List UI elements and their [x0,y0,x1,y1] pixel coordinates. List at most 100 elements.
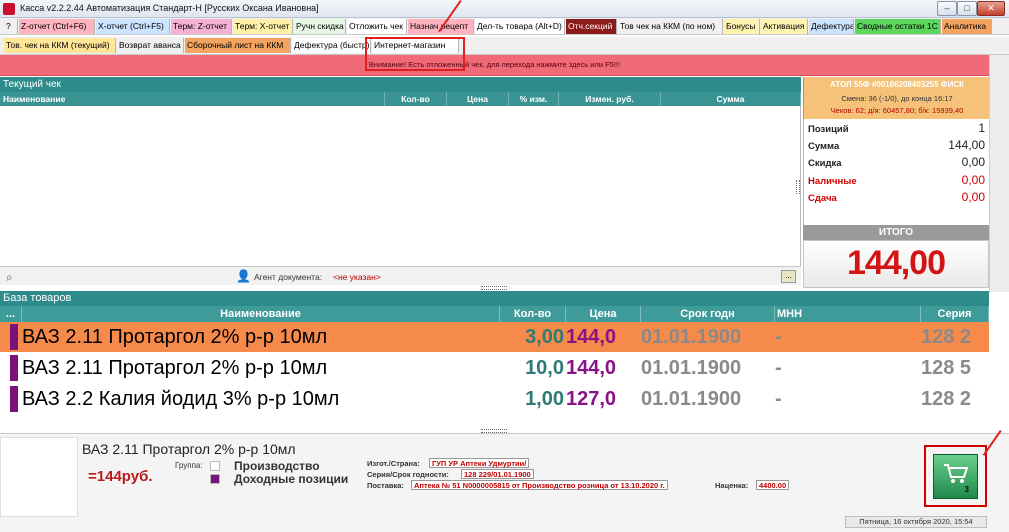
product-name: ВАЗ 2.11 Протаргол 2% р-р 10мл [22,357,328,379]
search-icon[interactable]: ⌕ [6,270,13,285]
deferred-check-alert[interactable]: Внимание! Есть отложенный чек, для перех… [0,55,989,76]
group-item: Производство [210,459,320,473]
toolbar-button[interactable]: ? [4,19,18,34]
product-expiry: 01.01.1900 [641,326,742,348]
toolbar-row-2: Тов. чек на ККМ (текущий) Возврат аванса С… [0,37,1009,55]
table-row[interactable]: ВАЗ 2.11 Протаргол 2% р-р 10мл 3,00 144,… [0,322,989,352]
product-name: ВАЗ 2.11 Протаргол 2% р-р 10мл [22,326,328,348]
series-label: Серия/Срок годности: [367,470,449,479]
sum-value: 144,00 [948,138,985,152]
toolbar-row-1: ? Z-отчет (Ctrl+F6) X-отчет (Ctrl+F5) Терм:… [0,18,1009,35]
product-price: 144,0 [566,357,617,379]
base-col-price[interactable]: Цена [566,306,641,322]
product-series: 128 2 [921,326,972,348]
alert-text: Внимание! Есть отложенный чек, для перех… [368,60,621,69]
agent-select-button[interactable]: ... [781,270,796,283]
product-details-panel: ВАЗ 2.11 Протаргол 2% р-р 10мл =144руб. … [0,433,1009,532]
product-expiry: 01.01.1900 [641,388,742,410]
base-col-name[interactable]: Наименование [22,306,500,322]
product-mnn: - [775,388,782,410]
app-icon [3,3,15,15]
cash-value[interactable]: 0,00 [962,173,985,187]
product-image [0,437,78,517]
product-mnn: - [775,357,782,379]
base-col-expiry[interactable]: Срок годн [641,306,775,322]
receipt-col-price[interactable]: Цена [447,92,509,106]
horizontal-splitter[interactable] [481,286,507,290]
close-button[interactable]: ✕ [977,1,1005,16]
toolbar-button[interactable]: Тов чек на ККМ (по ном) [618,19,723,34]
change-value: 0,00 [961,190,985,204]
markup-label: Наценка: [715,481,749,490]
vertical-splitter[interactable] [796,180,800,194]
product-base-title: База товаров [0,291,989,306]
markup-value: 4400.00 [756,480,790,490]
minimize-button[interactable]: – [937,1,957,16]
maker-value: ГУП УР Аптеки Удмуртии/ [429,458,530,468]
cart-count: 3 [964,485,969,494]
toolbar-button[interactable]: X-отчет (Ctrl+F5) [96,19,170,34]
total-value: 144,00 [847,244,946,282]
toolbar-button[interactable]: Сборочный лист на ККМ [185,38,291,53]
receipt-col-name[interactable]: Наименование [0,92,385,106]
group-item-label: Производство [234,459,320,473]
toolbar-button[interactable]: Z-отчет (Ctrl+F6) [19,19,95,34]
table-row[interactable]: ВАЗ 2.11 Протаргол 2% р-р 10мл 10,0 144,… [0,353,989,383]
group-label: Группа: [175,461,203,470]
discount-value: 0,00 [961,155,985,169]
toolbar-button[interactable]: Тов. чек на ККМ (текущий) [4,38,116,53]
cash-label: Наличные [808,176,857,187]
toolbar-button[interactable]: Бонусы [724,19,760,34]
product-base-column-headers: ... Наименование Кол-во Цена Срок годн М… [0,306,989,322]
base-col-series[interactable]: Серия [921,306,989,322]
toolbar-button[interactable]: Дефектура [809,19,854,34]
agent-icon: 👤 [236,269,251,283]
toolbar-button[interactable]: Отложить чек [347,19,407,34]
product-expiry: 01.01.1900 [641,357,742,379]
toolbar-button[interactable]: Ручн скидка [294,19,346,34]
group-item-label: Доходные позиции [234,472,349,486]
receipt-items-area[interactable] [0,106,801,266]
product-base-empty-area[interactable] [0,414,989,428]
product-qty: 1,00 [525,388,564,410]
toolbar-button[interactable]: Сводные остатки 1С [855,19,941,34]
change-label: Сдача [808,193,837,204]
series-value: 128 229/01.01.1900 [461,469,534,479]
toolbar-button[interactable]: Аналитика [942,19,992,34]
toolbar-button[interactable]: Терм: X-отчет [233,19,293,34]
base-col-qty[interactable]: Кол-во [500,306,566,322]
receipt-col-change[interactable]: Измен. руб. [559,92,661,106]
window-titlebar: Касса v2.2.2.44 Автоматизация Стандарт-Н… [0,0,1009,18]
right-scrollbar[interactable] [989,55,1009,292]
online-orders-cart-button[interactable]: 3 [924,445,987,507]
toolbar-button[interactable]: Возврат аванса [117,38,184,53]
product-series: 128 2 [921,388,972,410]
product-qty: 3,00 [525,326,564,348]
positions-value: 1 [978,121,985,135]
fiscal-info: АТОЛ 55Ф #00106208403255 ФИСК Смена: 36 … [803,77,989,119]
supply-value: Аптека № 51 N0000005815 от Производство … [411,480,668,490]
row-marker [10,386,18,412]
product-mnn: - [775,326,782,348]
annotation-highlight-box [365,37,465,71]
base-col-menu[interactable]: ... [0,306,22,322]
row-marker [10,324,18,350]
toolbar-button[interactable]: Отч.секций [566,19,617,34]
product-price: 144,0 [566,326,617,348]
receipt-col-qty[interactable]: Кол-во [385,92,447,106]
toolbar-button[interactable]: Терм: Z-отчет [171,19,232,34]
toolbar-button[interactable]: Дефектура (быстр) [292,38,371,53]
base-col-mnn[interactable]: МНН [775,306,921,322]
table-row[interactable]: ВАЗ 2.2 Калия йодид 3% р-р 10мл 1,00 127… [0,384,989,414]
toolbar-button[interactable]: Дел-ть товара (Alt+D) [475,19,565,34]
cart-icon [944,464,969,483]
maximize-button[interactable]: □ [957,1,977,16]
receipt-col-sum[interactable]: Сумма [661,92,801,106]
toolbar-button[interactable]: Активация [761,19,808,34]
detail-product-name: ВАЗ 2.11 Протаргол 2% р-р 10мл [82,441,296,457]
receipt-col-percent[interactable]: % изм. [509,92,559,106]
agent-value[interactable]: <не указан> [333,272,381,282]
fiscal-checks: Чеков: 62; д/я: 60457,80; б/к: 15939,40 [830,106,964,115]
positions-label: Позиций [808,124,849,135]
fiscal-shift: Смена: 36 (-1/0), до конца 16:17 [841,94,953,103]
